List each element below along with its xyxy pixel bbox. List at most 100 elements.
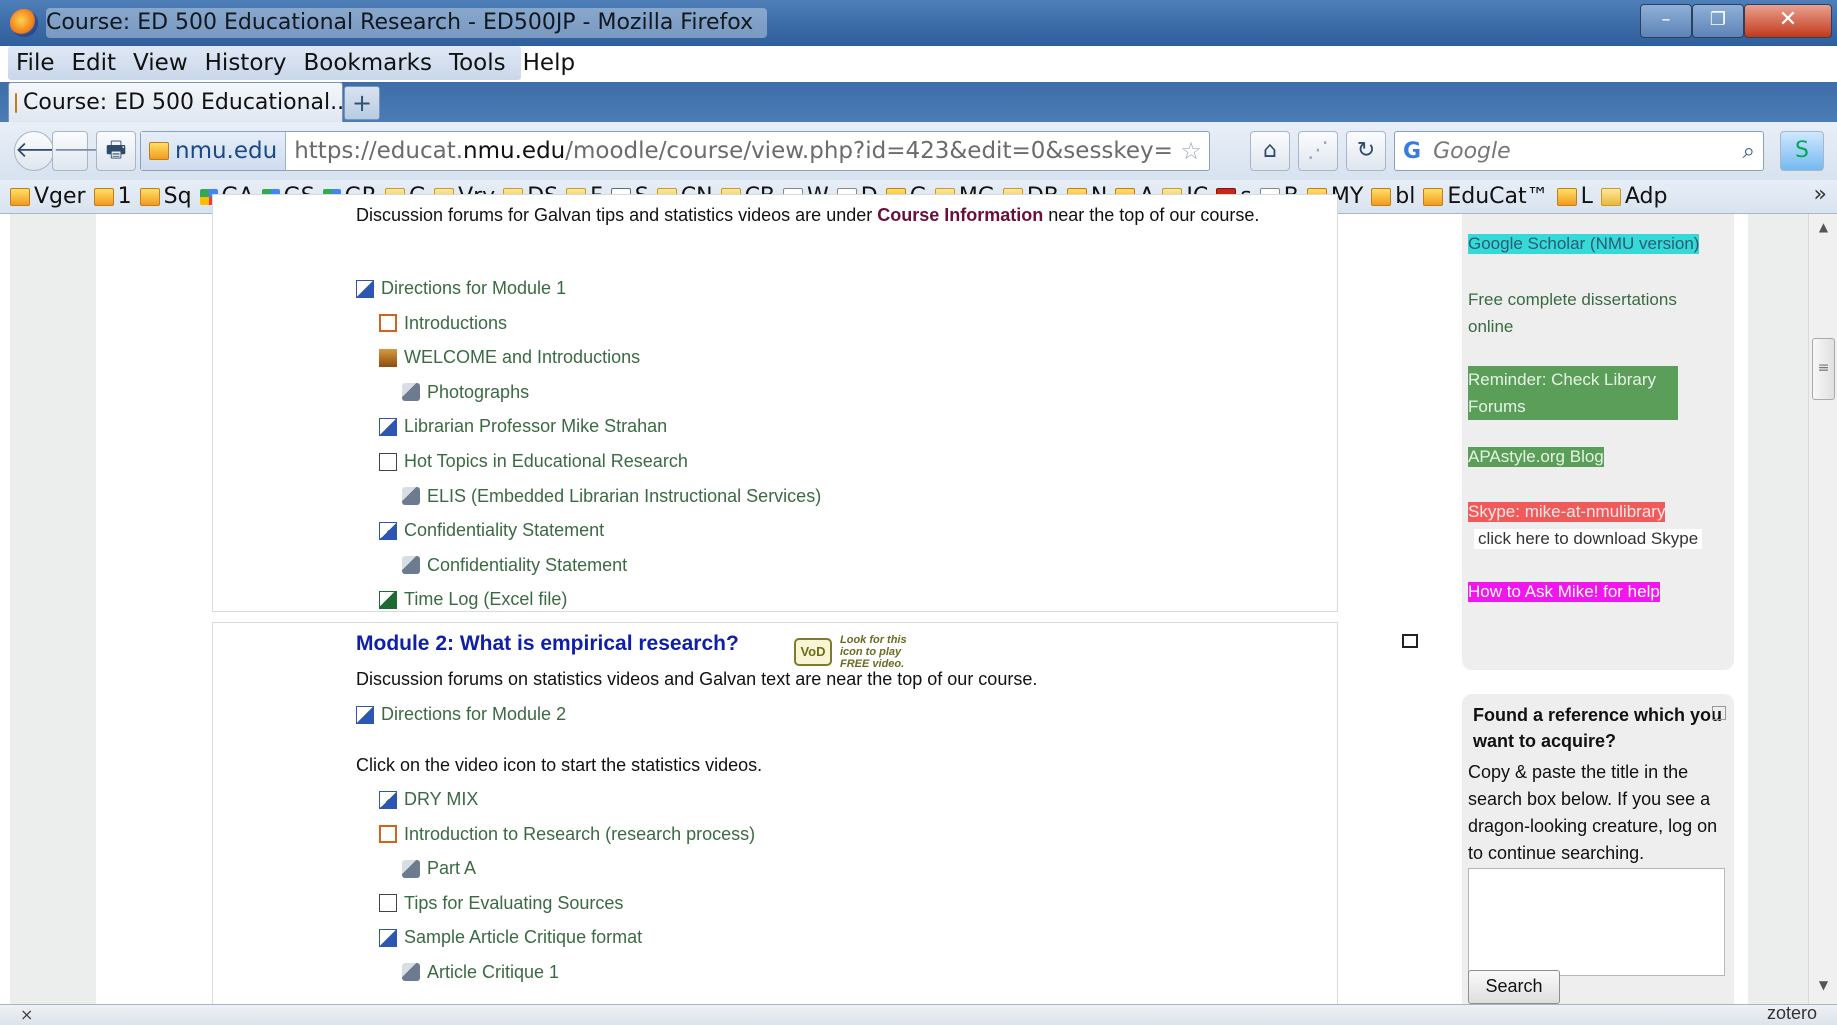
section-collapse-toggle[interactable]	[1402, 634, 1418, 648]
acquire-block-title: Found a reference which you want to acqu…	[1473, 705, 1723, 751]
activity-link[interactable]: DRY MIX	[379, 789, 478, 810]
assign-icon	[402, 963, 420, 981]
menu-history[interactable]: History	[205, 50, 287, 76]
bookmark-label: Vger	[34, 184, 86, 209]
bookmarks-overflow-chevron-icon[interactable]: »	[1814, 182, 1827, 207]
google-scholar-link[interactable]: Google Scholar (NMU version)	[1468, 234, 1700, 254]
menu-tools[interactable]: Tools	[449, 50, 506, 76]
menu-edit[interactable]: Edit	[72, 50, 117, 76]
bookmark-item[interactable]: Sq	[139, 184, 192, 209]
new-tab-button[interactable]: +	[344, 86, 380, 120]
activity-link[interactable]: Time Log (Excel file)	[379, 589, 567, 610]
url-host: nmu.edu	[463, 138, 566, 164]
menu-bookmarks[interactable]: Bookmarks	[303, 50, 432, 76]
bookmark-label: Adp	[1624, 184, 1668, 209]
block-collapse-icon[interactable]	[1712, 706, 1726, 720]
intro-text-end: near the top of our course.	[1043, 205, 1260, 225]
activity-link[interactable]: Tips for Evaluating Sources	[379, 893, 623, 914]
course-information-link[interactable]: Course Information	[877, 205, 1043, 225]
activity-link[interactable]: Sample Article Critique format	[379, 927, 642, 948]
maximize-button[interactable]: ❐	[1692, 4, 1744, 38]
url-bar[interactable]: nmu.edu https://educat.nmu.edu/moodle/co…	[140, 131, 1210, 171]
vod-badge: VoD Look for this icon to play FREE vide…	[794, 634, 920, 670]
activity-link[interactable]: Confidentiality Statement	[402, 555, 627, 576]
intro-text: Discussion forums for Galvan tips and st…	[356, 205, 878, 225]
menu-help[interactable]: Help	[523, 50, 575, 76]
url-path: /moodle/course/view.php?id=423&edit=0&se…	[565, 138, 1174, 164]
activity-label: Hot Topics in Educational Research	[404, 451, 688, 471]
bookmark-item[interactable]: Adp	[1600, 184, 1668, 209]
scroll-up-arrow-icon[interactable]: ▲	[1809, 220, 1837, 240]
back-button[interactable]: 🡐	[14, 131, 74, 171]
menu-file[interactable]: File	[16, 50, 55, 76]
rss-feed-button[interactable]: ⋰	[1298, 131, 1338, 171]
tab-label: Course: ED 500 Educational...	[23, 90, 352, 115]
activity-label: Introductions	[404, 312, 508, 333]
search-input[interactable]: Google	[1433, 139, 1743, 164]
acquire-search-textarea[interactable]	[1468, 868, 1725, 976]
reload-button[interactable]: ↻	[1346, 131, 1386, 171]
assign-icon	[402, 859, 420, 878]
close-window-button[interactable]: ✕	[1744, 4, 1832, 38]
scroll-down-arrow-icon[interactable]: ▼	[1809, 978, 1837, 998]
zotero-button[interactable]: zotero	[1767, 1003, 1817, 1024]
skype-addon-icon[interactable]: S	[1780, 131, 1824, 171]
activity-link[interactable]: Introduction to Research (research proce…	[379, 824, 755, 845]
module-2-title: Module 2: What is empirical research?	[356, 632, 739, 655]
print-button[interactable]: 🖶	[96, 131, 136, 171]
activity-link[interactable]: WELCOME and Introductions	[379, 347, 640, 368]
acquire-search-button[interactable]: Search	[1468, 970, 1560, 1004]
search-icon[interactable]: ⌕	[1743, 139, 1755, 164]
activity-label: Article Critique 1	[427, 961, 560, 982]
library-forums-link[interactable]: Reminder: Check Library Forums	[1468, 366, 1678, 420]
bookmark-item[interactable]: Vger	[10, 184, 86, 209]
window-titlebar: Course: ED 500 Educational Research - ED…	[0, 0, 1837, 46]
search-bar[interactable]: G Google ⌕	[1394, 131, 1764, 171]
moodle-favicon-icon	[15, 92, 17, 113]
google-engine-icon[interactable]: G	[1403, 139, 1421, 164]
bookmark-item[interactable]: 1	[93, 184, 132, 209]
doc-icon	[379, 894, 397, 912]
activity-link[interactable]: Introductions	[379, 313, 507, 334]
scrollbar-thumb[interactable]: ≡	[1812, 338, 1835, 400]
activity-label: DRY MIX	[404, 789, 479, 809]
dissertations-link[interactable]: Free complete dissertations online	[1468, 286, 1718, 340]
bookmark-item[interactable]: L	[1556, 184, 1593, 209]
home-button[interactable]: ⌂	[1250, 131, 1290, 171]
bookmark-item[interactable]: EduCat™	[1423, 184, 1549, 209]
activity-link[interactable]: Part A	[402, 858, 476, 879]
url-text[interactable]: https://educat.nmu.edu/moodle/course/vie…	[294, 138, 1174, 164]
bookmark-label: bl	[1395, 184, 1416, 209]
activity-link[interactable]: Directions for Module 1	[356, 278, 566, 299]
people-icon	[379, 348, 397, 367]
bookmark-item[interactable]: bl	[1371, 184, 1415, 209]
activity-link[interactable]: Article Critique 1	[402, 962, 559, 983]
activity-label: Librarian Professor Mike Strahan	[404, 416, 668, 437]
video-on-demand-icon: VoD	[794, 638, 832, 666]
activity-link[interactable]: Directions for Module 2	[356, 704, 566, 725]
minimize-button[interactable]: –	[1640, 4, 1692, 38]
bookmark-label: EduCat™	[1447, 184, 1549, 209]
download-skype-link[interactable]: click here to download Skype	[1474, 529, 1703, 549]
skype-contact-link[interactable]: Skype: mike-at-nmulibrary	[1468, 502, 1666, 522]
bookmark-star-icon[interactable]: ☆	[1180, 137, 1202, 165]
forward-button[interactable]: 🡒	[52, 131, 112, 171]
activity-link[interactable]: Hot Topics in Educational Research	[379, 451, 688, 472]
menu-view[interactable]: View	[133, 50, 188, 76]
moodle-bookmark-icon	[1423, 187, 1444, 206]
activity-label: Confidentiality Statement	[427, 554, 628, 575]
navigation-toolbar: 🡐 🡒 🖶 nmu.edu https://educat.nmu.edu/moo…	[0, 122, 1837, 181]
vertical-scrollbar[interactable]: ▲ ≡ ▼	[1808, 214, 1837, 1004]
bookmark-label: 1	[117, 184, 132, 209]
activity-link[interactable]: Librarian Professor Mike Strahan	[379, 416, 667, 437]
video-instruction: Click on the video icon to start the sta…	[356, 755, 763, 775]
tab-course-page[interactable]: Course: ED 500 Educational...	[8, 82, 351, 122]
apastyle-blog-link[interactable]: APAstyle.org Blog	[1468, 447, 1604, 467]
close-statusbar-icon[interactable]: ×	[20, 1005, 33, 1024]
assign-icon	[402, 383, 420, 402]
activity-link[interactable]: ELIS (Embedded Librarian Instructional S…	[402, 486, 821, 507]
ask-mike-link[interactable]: How to Ask Mike! for help	[1468, 582, 1660, 602]
activity-link[interactable]: Photographs	[402, 382, 529, 403]
activity-link[interactable]: Confidentiality Statement	[379, 520, 604, 541]
site-identity-button[interactable]: nmu.edu	[141, 132, 287, 170]
